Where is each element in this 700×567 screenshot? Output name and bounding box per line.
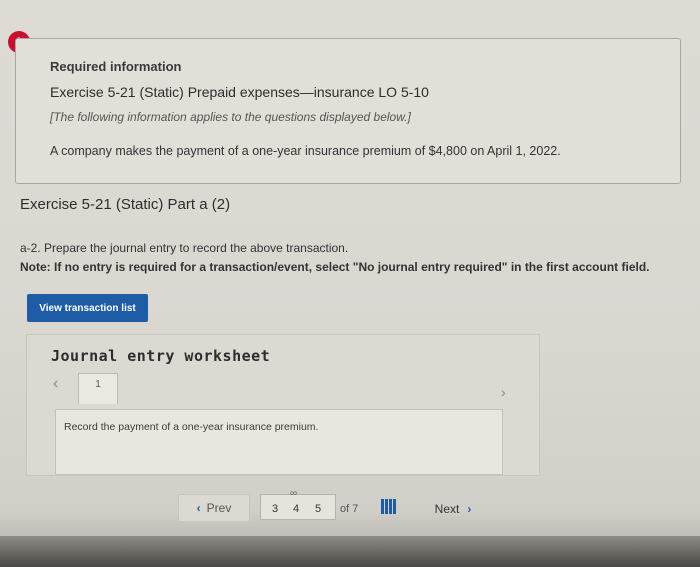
part-title: Exercise 5-21 (Static) Part a (2) (20, 196, 231, 213)
grid-icon[interactable] (381, 499, 396, 514)
next-label: Next (434, 502, 460, 516)
page-5[interactable]: 5 (315, 503, 321, 515)
link-icon: ∞ (290, 488, 298, 499)
record-entry-panel: Record the payment of a one-year insuran… (55, 409, 503, 475)
chevron-right-icon[interactable]: › (501, 384, 506, 400)
required-information-box: Required information Exercise 5-21 (Stat… (15, 38, 681, 184)
info-title: Required information (50, 59, 182, 74)
info-note: [The following information applies to th… (50, 110, 411, 124)
question-pager: ‹ Prev 3 4 5 ∞ of 7 Next › (178, 488, 488, 524)
bottom-bar (0, 536, 700, 567)
worksheet-tab-1[interactable]: 1 (78, 373, 118, 404)
page-4[interactable]: 4 (293, 503, 299, 515)
prev-button[interactable]: ‹ Prev (178, 494, 250, 522)
record-entry-text: Record the payment of a one-year insuran… (64, 421, 319, 433)
journal-entry-worksheet: Journal entry worksheet ‹ 1 › Record the… (26, 334, 540, 476)
prev-label: Prev (206, 501, 232, 515)
chevron-right-icon: › (467, 502, 472, 516)
info-exercise-title: Exercise 5-21 (Static) Prepaid expenses—… (50, 84, 429, 100)
page-total: of 7 (340, 503, 359, 515)
info-body: A company makes the payment of a one-yea… (50, 144, 561, 158)
worksheet-title: Journal entry worksheet (51, 347, 271, 365)
chevron-left-icon: ‹ (196, 501, 201, 515)
instruction-text: a-2. Prepare the journal entry to record… (20, 241, 349, 255)
view-transaction-list-button[interactable]: View transaction list (27, 294, 148, 322)
page-3[interactable]: 3 (272, 503, 278, 515)
page-selector: 3 4 5 (260, 494, 336, 520)
next-button[interactable]: Next › (418, 496, 488, 522)
instruction-note: Note: If no entry is required for a tran… (20, 260, 650, 274)
chevron-left-icon[interactable]: ‹ (53, 375, 58, 393)
